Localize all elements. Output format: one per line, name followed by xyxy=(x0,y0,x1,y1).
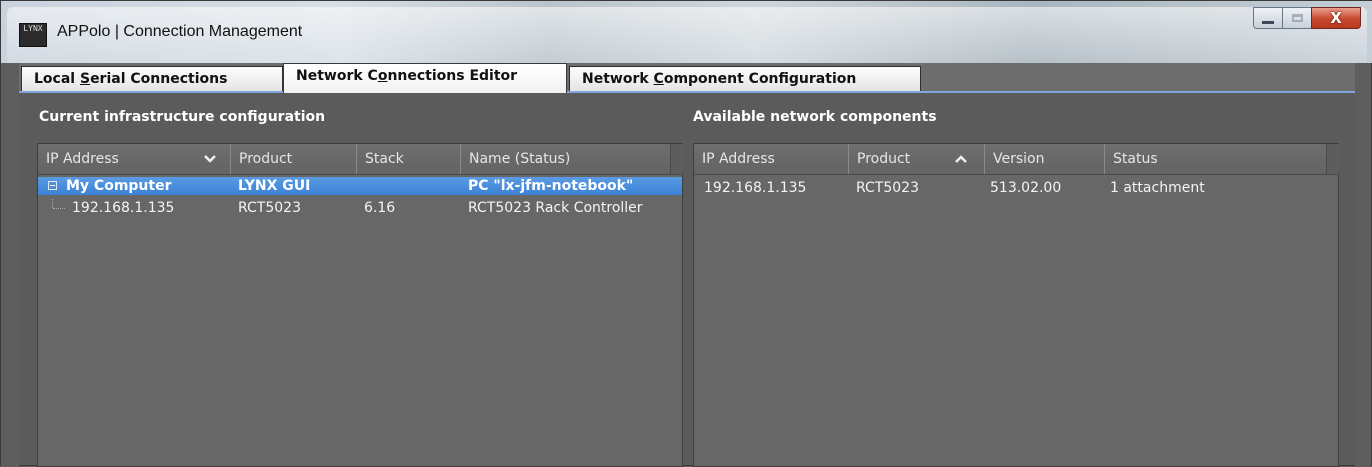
cell-stack: 6.16 xyxy=(364,200,396,216)
maximize-button[interactable] xyxy=(1282,7,1312,29)
cell-ip-address: My Computer xyxy=(66,178,172,194)
cell-name-status: RCT5023 Rack Controller xyxy=(468,200,643,216)
cell-product: RCT5023 xyxy=(856,180,919,196)
cell-name-status: PC "lx-jfm-notebook" xyxy=(468,178,634,194)
table-row[interactable]: 192.168.1.135 RCT5023 6.16 RCT5023 Rack … xyxy=(38,199,682,217)
window-controls: X xyxy=(1253,7,1361,31)
tab-network-component-configuration[interactable]: Network Component Configuration xyxy=(569,66,921,91)
column-header-product[interactable]: Product xyxy=(848,144,984,174)
column-header-label: Status xyxy=(1113,151,1158,167)
column-header-label: Product xyxy=(857,151,911,167)
column-header-label: Stack xyxy=(365,151,404,167)
cell-status: 1 attachment xyxy=(1110,180,1205,196)
cell-product: LYNX GUI xyxy=(238,178,311,194)
column-header-product[interactable]: Product xyxy=(230,144,356,174)
infrastructure-grid-header: IP Address Product Stack Name (Status) xyxy=(38,144,683,175)
minimize-button[interactable] xyxy=(1253,7,1283,29)
title-bar[interactable]: LYNX APPolo | Connection Management X xyxy=(1,1,1372,63)
window-left-edge xyxy=(1,63,19,467)
close-icon: X xyxy=(1330,9,1342,27)
column-header-name-status[interactable]: Name (Status) xyxy=(460,144,670,174)
column-header-label: Name (Status) xyxy=(469,151,571,167)
column-header-label: Version xyxy=(993,151,1045,167)
table-row[interactable]: 192.168.1.135 RCT5023 513.02.00 1 attach… xyxy=(694,179,1338,197)
header-spacer xyxy=(1326,144,1339,174)
column-header-label: IP Address xyxy=(702,151,775,167)
chevron-down-icon xyxy=(204,155,216,163)
column-header-stack[interactable]: Stack xyxy=(356,144,460,174)
app-logo-icon[interactable]: LYNX xyxy=(19,23,47,47)
header-spacer xyxy=(670,144,683,174)
maximize-icon xyxy=(1291,14,1303,22)
app-logo-text: LYNX xyxy=(23,24,43,33)
app-window: LYNX APPolo | Connection Management X Lo… xyxy=(0,0,1372,467)
tab-network-connections-editor[interactable]: Network Connections Editor xyxy=(283,63,567,93)
tab-mnemonic: S xyxy=(79,71,91,87)
tab-label-part: omponent Configuration xyxy=(663,71,857,87)
column-header-label: Product xyxy=(239,151,293,167)
tree-connector xyxy=(52,199,54,208)
window-title: APPolo | Connection Management xyxy=(57,23,303,40)
infrastructure-panel-title: Current infrastructure configuration xyxy=(39,109,326,125)
cell-version: 513.02.00 xyxy=(990,180,1062,196)
cell-ip-address: 192.168.1.135 xyxy=(704,180,807,196)
cell-ip-address: 192.168.1.135 xyxy=(72,200,175,216)
window-right-edge xyxy=(1355,63,1371,467)
tab-label-part: nnections Editor xyxy=(387,68,518,84)
column-header-status[interactable]: Status xyxy=(1104,144,1328,174)
column-header-version[interactable]: Version xyxy=(984,144,1104,174)
available-components-grid-header: IP Address Product Version Status xyxy=(694,144,1339,175)
tab-label-part: Local xyxy=(34,71,80,87)
tree-connector xyxy=(53,208,65,210)
minimize-icon xyxy=(1262,20,1274,24)
available-components-panel-title: Available network components xyxy=(693,109,937,125)
cell-product: RCT5023 xyxy=(238,200,301,216)
column-header-ip-address[interactable]: IP Address xyxy=(694,144,848,174)
tab-label-part: erial Connections xyxy=(90,71,228,87)
column-header-ip-address[interactable]: IP Address xyxy=(38,144,230,174)
tab-local-serial-connections[interactable]: Local Serial Connections xyxy=(21,66,283,91)
collapse-icon[interactable] xyxy=(48,181,57,190)
tab-mnemonic: o xyxy=(377,68,388,84)
tab-label-part: Network xyxy=(582,71,654,87)
chevron-up-icon xyxy=(955,155,967,163)
available-components-grid[interactable]: IP Address Product Version Status 192.16… xyxy=(693,143,1339,467)
infrastructure-grid[interactable]: IP Address Product Stack Name (Status) M… xyxy=(37,143,683,467)
tab-bar: Local Serial Connections Network Connect… xyxy=(19,63,1355,93)
tab-label-part: Network C xyxy=(296,68,378,84)
close-button[interactable]: X xyxy=(1311,7,1361,29)
tab-mnemonic: C xyxy=(653,71,664,87)
column-header-label: IP Address xyxy=(46,151,119,167)
table-row[interactable]: My Computer LYNX GUI PC "lx-jfm-notebook… xyxy=(38,177,682,195)
